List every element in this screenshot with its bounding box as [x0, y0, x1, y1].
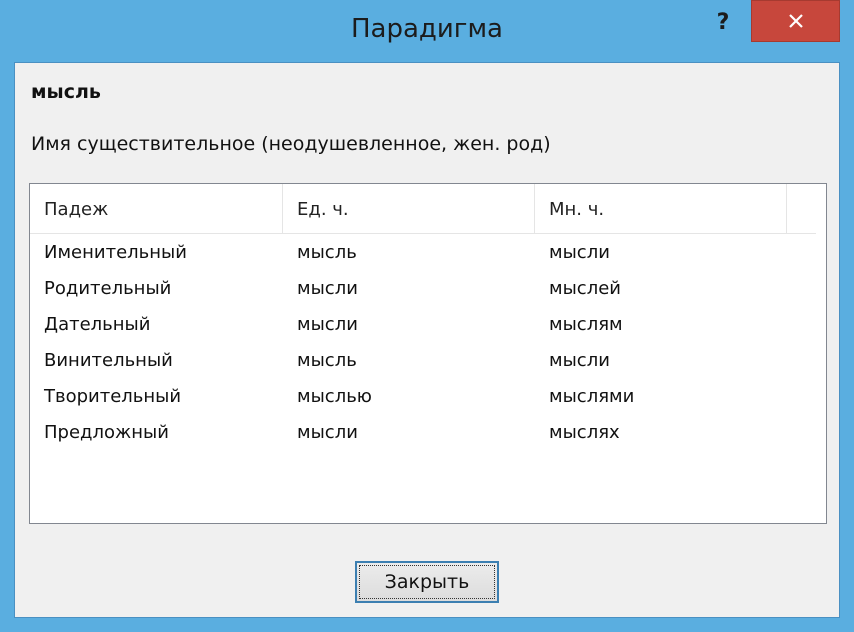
singular-form: мысль	[297, 242, 357, 263]
plural-form: мысли	[549, 350, 610, 371]
singular-form: мысли	[297, 314, 358, 335]
table-row[interactable]: Именительный мысль мысли	[30, 235, 816, 271]
column-header-case[interactable]: Падеж	[30, 184, 283, 233]
table-header: Падеж Ед. ч. Мн. ч.	[30, 184, 816, 234]
table-row[interactable]: Предложный мысли мыслях	[30, 415, 816, 451]
case-name: Дательный	[44, 314, 151, 335]
case-name: Творительный	[44, 386, 182, 407]
close-window-button[interactable]	[751, 0, 840, 42]
singular-form: мыслью	[297, 386, 372, 407]
plural-form: мысли	[549, 242, 610, 263]
close-button[interactable]: Закрыть	[355, 561, 499, 603]
help-button[interactable]: ?	[706, 8, 740, 38]
title-bar[interactable]: Парадигма ?	[0, 0, 854, 62]
table-row[interactable]: Дательный мысли мыслям	[30, 307, 816, 343]
plural-form: мыслей	[549, 278, 621, 299]
table-row[interactable]: Творительный мыслью мыслями	[30, 379, 816, 415]
column-header-singular[interactable]: Ед. ч.	[283, 184, 535, 233]
plural-form: мыслями	[549, 386, 635, 407]
table-row[interactable]: Родительный мысли мыслей	[30, 271, 816, 307]
singular-form: мысль	[297, 350, 357, 371]
singular-form: мысли	[297, 278, 358, 299]
case-name: Родительный	[44, 278, 172, 299]
column-header-plural[interactable]: Мн. ч.	[535, 184, 787, 233]
dialog-body: мысль Имя существительное (неодушевленно…	[14, 62, 840, 618]
word-heading: мысль	[31, 81, 101, 103]
part-of-speech-label: Имя существительное (неодушевленное, жен…	[31, 133, 551, 155]
plural-form: мыслям	[549, 314, 623, 335]
paradigm-table[interactable]: Падеж Ед. ч. Мн. ч. Именительный мысль м…	[29, 183, 827, 524]
case-name: Винительный	[44, 350, 173, 371]
singular-form: мысли	[297, 422, 358, 443]
case-name: Именительный	[44, 242, 187, 263]
paradigm-dialog: Парадигма ? мысль Имя существительное (н…	[0, 0, 854, 632]
table-row[interactable]: Винительный мысль мысли	[30, 343, 816, 379]
case-name: Предложный	[44, 422, 169, 443]
plural-form: мыслях	[549, 422, 620, 443]
close-icon	[789, 14, 803, 28]
